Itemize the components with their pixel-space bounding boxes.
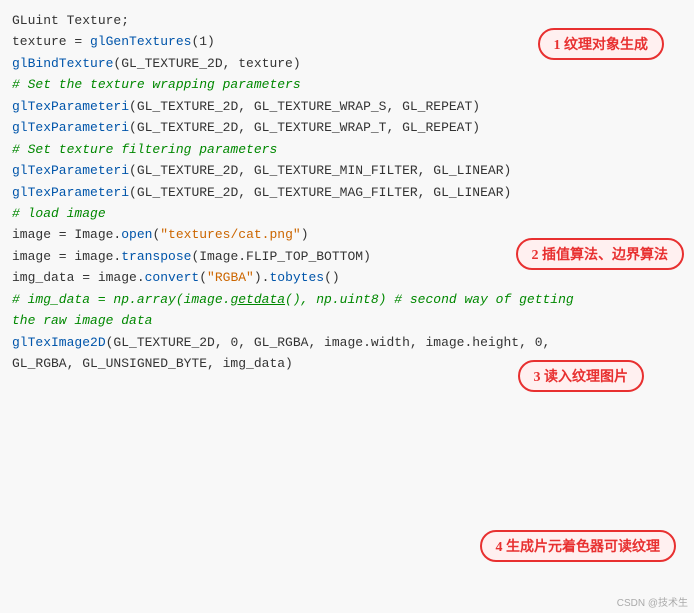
code-line: glTexParameteri(GL_TEXTURE_2D, GL_TEXTUR… [12,160,686,181]
code-area: GLuint Texture; texture = glGenTextures(… [0,0,694,613]
annotation-bubble-3: 3 读入纹理图片 [518,360,645,392]
code-line: glTexParameteri(GL_TEXTURE_2D, GL_TEXTUR… [12,182,686,203]
annotation-bubble-1: 1 纹理对象生成 [538,28,665,60]
code-line: the raw image data [12,310,686,331]
annotation-bubble-4: 4 生成片元着色器可读纹理 [480,530,677,562]
code-line: img_data = image.convert("RGBA").tobytes… [12,267,686,288]
code-line: glTexParameteri(GL_TEXTURE_2D, GL_TEXTUR… [12,96,686,117]
code-line: # load image [12,203,686,224]
code-line: # Set texture filtering parameters [12,139,686,160]
code-line: # img_data = np.array(image.getdata(), n… [12,289,686,310]
watermark: CSDN @技术生 [617,594,688,609]
code-line: # Set the texture wrapping parameters [12,74,686,95]
code-line: glTexParameteri(GL_TEXTURE_2D, GL_TEXTUR… [12,117,686,138]
annotation-bubble-2: 2 插值算法、边界算法 [516,238,685,270]
code-line: glTexImage2D(GL_TEXTURE_2D, 0, GL_RGBA, … [12,332,686,353]
